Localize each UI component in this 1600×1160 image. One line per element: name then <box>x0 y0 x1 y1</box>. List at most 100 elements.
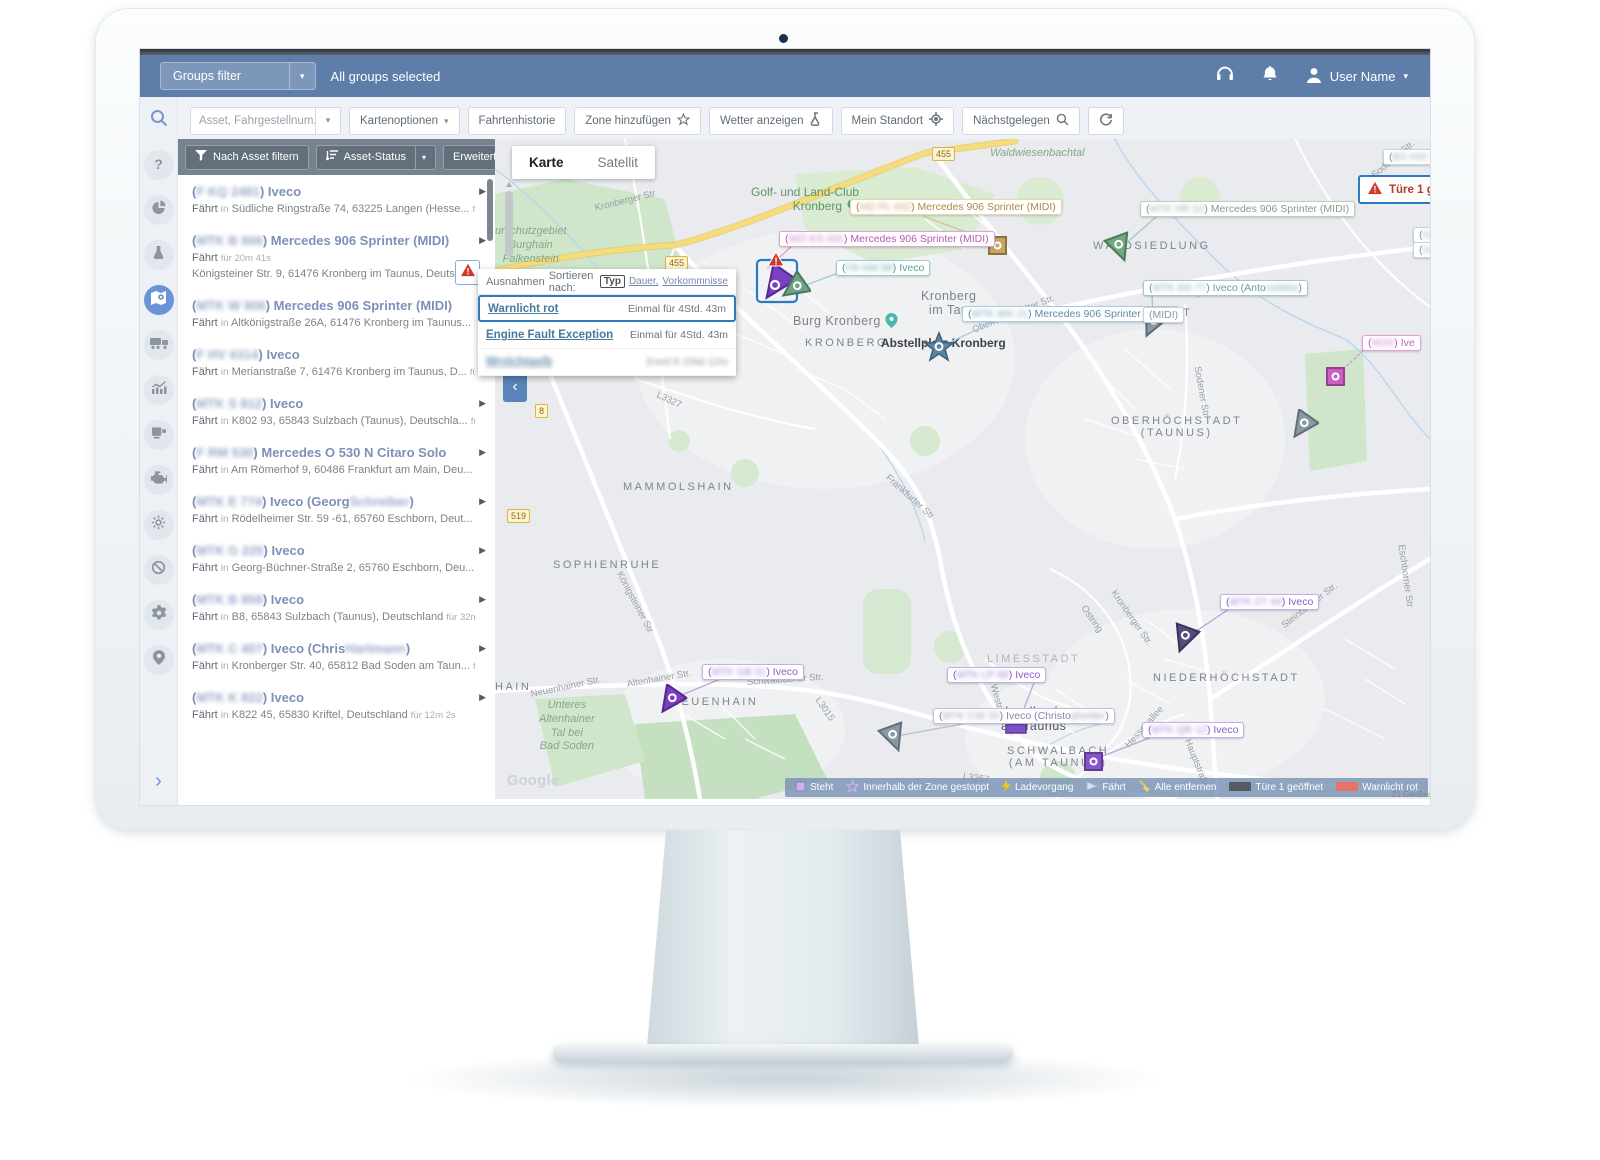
chevron-down-icon[interactable]: ▾ <box>289 63 315 89</box>
exception-row[interactable]: Engine Fault ExceptionEinmal für 4Std. 4… <box>478 322 736 349</box>
toolbar-button-mein-standort[interactable]: Mein Standort <box>841 107 955 135</box>
sort-option-typ[interactable]: Typ <box>600 275 625 288</box>
asset-list-item[interactable]: (MTK B 858) IvecoFährt in B8, 65843 Sulz… <box>178 583 495 632</box>
advanced-button[interactable]: Erweitert <box>443 145 495 170</box>
exception-row[interactable]: Warnlicht rotEinmal für 4Std. 43m <box>478 295 736 322</box>
vehicle-map-label[interactable]: (MIDI) <box>1143 307 1184 323</box>
sidebar-item-help[interactable]: ? <box>144 150 174 180</box>
vehicle-map-label[interactable]: (MTK LP 98) Iveco <box>947 667 1046 683</box>
vehicle-map-label[interactable]: (WÖ KS 431) Mercedes 906 Sprinter (MIDI) <box>779 231 995 247</box>
vehicle-map-label[interactable]: (BS HW 128) <box>1383 149 1430 165</box>
vehicle-marker-tri[interactable] <box>877 721 911 760</box>
asset-list-item[interactable]: (F KQ 2481) IvecoFährt in Südliche Rings… <box>178 175 495 224</box>
toolbar-button-zone-hinzufügen[interactable]: Zone hinzufügen <box>574 107 701 135</box>
vehicle-marker-tri[interactable] <box>653 684 687 723</box>
sidebar-item-search[interactable] <box>144 105 174 135</box>
vehicle-map-label[interactable]: (W3X) Ive <box>1362 335 1421 351</box>
door-open-alert[interactable]: ! Türe 1 ge <box>1358 175 1430 204</box>
asset-expand-chevron[interactable]: ▶ <box>479 496 486 507</box>
legend-item-broom[interactable]: Alle entfernen <box>1139 780 1217 795</box>
legend-item-play[interactable]: Fährt <box>1086 781 1125 794</box>
vehicle-marker-tri[interactable] <box>1103 231 1137 270</box>
legend-item-door[interactable]: Türe 1 geöffnet <box>1229 782 1323 794</box>
scroll-up-arrow[interactable] <box>506 182 512 187</box>
asset-list-item[interactable]: (MTK S 812) IvecoFährt in K802 93, 65843… <box>178 387 495 436</box>
vehicle-marker-sq[interactable] <box>1083 751 1104 777</box>
sidebar-item-settings[interactable] <box>144 600 174 630</box>
asset-list-item[interactable]: (MTK B 906) Mercedes 906 Sprinter (MIDI)… <box>178 224 495 289</box>
sidebar-item-beacon[interactable] <box>144 240 174 270</box>
vehicle-map-label[interactable]: (MTK QR 12) Iveco <box>1142 722 1244 738</box>
sidebar-item-settings-alt[interactable] <box>144 510 174 540</box>
vehicle-marker-tri[interactable] <box>777 271 811 310</box>
vehicle-marker-star[interactable] <box>923 331 955 368</box>
vehicle-map-label[interactable]: (MTK CW 55) Iveco (Christophmller) <box>933 708 1115 724</box>
sidebar-item-dashboard-pie[interactable] <box>144 195 174 225</box>
filter-by-asset-button[interactable]: Nach Asset filtern <box>185 145 309 170</box>
asset-list-item[interactable]: (MTK E 774) Iveco (GeorgSchreiber)Fährt … <box>178 485 495 534</box>
asset-expand-chevron[interactable]: ▶ <box>479 398 486 409</box>
vehicle-map-label[interactable]: (MTK ZT 44) Iveco <box>1220 594 1319 610</box>
vehicle-map-label[interactable]: (GF 21) <box>1413 227 1430 243</box>
asset-list-item[interactable]: (MTK K 822) IvecoFährt in K822 45, 65830… <box>178 681 495 730</box>
toolbar-button-kartenoptionen[interactable]: Kartenoptionen▾ <box>349 107 460 135</box>
sidebar-item-vehicles[interactable] <box>144 330 174 360</box>
sidebar-item-engine[interactable] <box>144 465 174 495</box>
toolbar-button-fahrtenhistorie[interactable]: Fahrtenhistorie <box>468 107 567 135</box>
asset-expand-chevron[interactable]: ▶ <box>479 692 486 703</box>
toolbar-button-wetter-anzeigen[interactable]: Wetter anzeigen <box>709 107 833 135</box>
vehicle-map-label[interactable]: (FB NM 88) Iveco <box>836 260 930 276</box>
legend-item-bolt[interactable]: Ladevorgang <box>1002 780 1073 795</box>
legend-item-sq[interactable]: Steht <box>795 781 833 795</box>
vehicle-map-label[interactable]: (GF 22) <box>1413 242 1430 258</box>
exception-warning-badge[interactable]: ! <box>455 260 480 285</box>
toolbar-button-refresh[interactable] <box>1088 107 1124 135</box>
asset-list-item[interactable]: (F HV 6314) IvecoFährt in Merianstraße 7… <box>178 338 495 387</box>
vehicle-map-label[interactable]: (MTK HR 52) Mercedes 906 Sprinter (MIDI) <box>1140 201 1355 217</box>
list-scrollbar-thumb[interactable] <box>487 179 493 241</box>
sidebar-item-map[interactable] <box>144 285 174 315</box>
sidebar-item-restricted[interactable] <box>144 555 174 585</box>
asset-list-item[interactable]: (MTK W 906) Mercedes 906 Sprinter (MIDI)… <box>178 289 495 338</box>
vehicle-map-label[interactable]: (MTK GB 31) Iveco <box>702 664 804 680</box>
vehicle-marker-tri[interactable] <box>1285 409 1319 448</box>
asset-expand-chevron[interactable]: ▶ <box>479 594 486 605</box>
asset-search-input[interactable]: Asset, Fahrgestellnum... ▾ <box>190 107 341 135</box>
asset-list-item[interactable]: (MTK C 407) Iveco (ChrisHartmann)Fährt i… <box>178 632 495 681</box>
exception-name[interactable]: Engine Fault Exception <box>486 329 613 341</box>
chevron-down-icon[interactable]: ▾ <box>315 108 340 134</box>
toolbar-button-nächstgelegen[interactable]: Nächstgelegen <box>962 107 1080 135</box>
groups-filter-dropdown[interactable]: Groups filter ▾ <box>160 62 316 90</box>
map-type-karte[interactable]: Karte <box>512 146 581 179</box>
asset-expand-chevron[interactable]: ▶ <box>479 186 486 197</box>
asset-expand-chevron[interactable]: ▶ <box>479 545 486 556</box>
sidebar-item-places[interactable] <box>144 645 174 675</box>
asset-expand-chevron[interactable]: ▶ <box>479 447 486 458</box>
asset-expand-chevron[interactable]: ▶ <box>479 235 486 246</box>
collapse-panel-button[interactable]: ‹ <box>503 372 527 402</box>
map-type-satellit[interactable]: Satellit <box>581 146 656 179</box>
sort-option-dauer[interactable]: Dauer, <box>629 276 658 287</box>
map-scrollbar-thumb[interactable] <box>505 191 513 257</box>
vehicle-marker-sq[interactable] <box>1325 366 1346 392</box>
exception-row[interactable]: WrnlchtgelbEnml fr 2Std 12m <box>478 349 736 376</box>
vehicle-marker-tri[interactable] <box>1167 622 1201 661</box>
asset-list-item[interactable]: (F RM 530) Mercedes O 530 N Citaro SoloF… <box>178 436 495 485</box>
exception-name[interactable]: Wrnlchtgelb <box>486 356 552 368</box>
user-menu[interactable]: User Name ▾ <box>1306 67 1408 86</box>
asset-expand-chevron[interactable]: ▶ <box>479 643 486 654</box>
headset-icon[interactable] <box>1216 65 1234 87</box>
exception-name[interactable]: Warnlicht rot <box>488 303 559 315</box>
sidebar-item-toll[interactable] <box>144 420 174 450</box>
sidebar-item-reports[interactable] <box>144 375 174 405</box>
bell-icon[interactable] <box>1262 65 1278 87</box>
map-view[interactable]: KarteSatellit ‹ WaldwiesenbachtalGolf- u… <box>495 139 1430 799</box>
chevron-down-icon[interactable]: ▾ <box>415 146 426 169</box>
expand-rail-button[interactable]: › <box>155 770 162 793</box>
asset-status-button[interactable]: Asset-Status ▾ <box>316 145 436 170</box>
sort-option-vorkommnisse[interactable]: Vorkommnisse <box>662 276 728 287</box>
legend-item-star[interactable]: Innerhalb der Zone gestoppt <box>846 780 989 796</box>
vehicle-map-label[interactable]: (MTK AN 77) Iveco (Antonshktw) <box>1143 280 1308 296</box>
asset-list-item[interactable]: (MTK G 225) IvecoFährt in Georg-Büchner-… <box>178 534 495 583</box>
vehicle-map-label[interactable]: (HG PL 442) Mercedes 906 Sprinter (MIDI) <box>850 199 1062 215</box>
